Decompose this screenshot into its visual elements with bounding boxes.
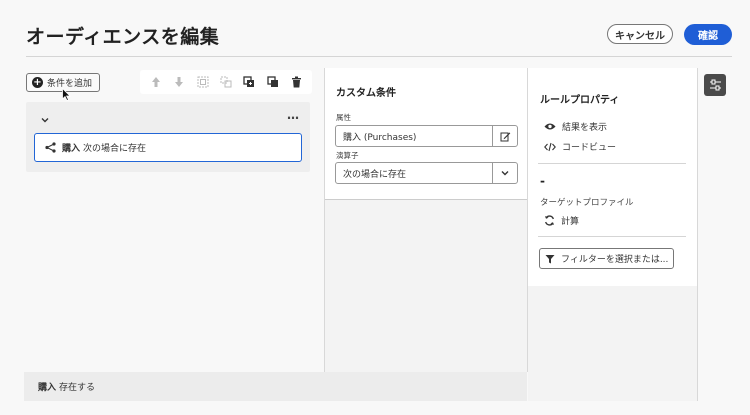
mouse-cursor-icon <box>62 86 71 105</box>
show-results-link[interactable]: 結果を表示 <box>544 120 607 133</box>
rule-properties-divider-1 <box>538 163 686 164</box>
chevron-down-icon[interactable] <box>492 163 517 183</box>
select-filter-button[interactable]: フィルターを選択または... <box>539 248 674 269</box>
filter-icon <box>545 254 555 263</box>
custom-condition-empty-area <box>325 200 527 372</box>
page-title: オーディエンスを編集 <box>26 26 220 48</box>
condition-toolbar <box>140 70 312 94</box>
arrow-up-icon[interactable] <box>148 74 164 90</box>
select-filter-label: フィルターを選択または... <box>561 255 669 265</box>
target-profiles-label: ターゲットプロファイル <box>540 198 634 208</box>
operator-value: 次の場合に存在 <box>343 169 407 180</box>
more-options-icon[interactable]: … <box>287 108 300 122</box>
show-results-label: 結果を表示 <box>562 123 608 133</box>
attribute-label: 属性 <box>336 113 351 122</box>
refresh-icon <box>545 215 554 226</box>
profile-count-value: - <box>540 174 545 188</box>
trash-icon[interactable] <box>288 74 304 90</box>
attribute-value: 購入 (Purchases) <box>343 132 417 143</box>
attribute-field[interactable]: 購入 (Purchases) <box>335 125 518 147</box>
condition-row[interactable]: 購入 次の場合に存在 <box>34 133 302 162</box>
settings-sliders-button[interactable] <box>704 74 726 96</box>
condition-name: 購入 <box>62 144 81 154</box>
confirm-button[interactable]: 確認 <box>684 24 732 45</box>
cancel-button[interactable]: キャンセル <box>607 24 673 44</box>
header: オーディエンスを編集 キャンセル 確認 <box>0 0 750 58</box>
operator-select[interactable]: 次の場合に存在 <box>335 162 518 184</box>
copy-icon[interactable] <box>265 74 281 90</box>
condition-operator: 次の場合に存在 <box>83 144 147 154</box>
code-view-label: コードビュー <box>562 143 617 153</box>
custom-condition-panel: カスタム条件 属性 購入 (Purchases) 演算子 次の場合に存在 <box>325 68 527 200</box>
summary-condition-text: 存在する <box>59 383 96 393</box>
plus-circle-icon: + <box>32 77 43 88</box>
chevron-down-icon[interactable] <box>40 110 52 123</box>
operator-label: 演算子 <box>336 151 359 160</box>
ungroup-icon[interactable] <box>218 74 234 90</box>
rule-builder-panel: + 条件を追加 … 購入 次の場合に存在 <box>24 68 324 372</box>
calculate-button[interactable]: 計算 <box>544 214 579 227</box>
group-icon[interactable] <box>195 74 211 90</box>
header-divider <box>26 56 732 57</box>
condition-group: … 購入 次の場合に存在 <box>26 102 310 172</box>
code-view-link[interactable]: コードビュー <box>544 140 616 153</box>
eye-icon <box>544 123 556 130</box>
custom-condition-title: カスタム条件 <box>336 88 396 99</box>
duplicate-icon[interactable] <box>241 74 257 90</box>
rule-properties-empty-area <box>528 286 697 401</box>
edit-icon[interactable] <box>492 126 517 146</box>
calculate-label: 計算 <box>561 217 580 227</box>
summary-condition-name: 購入 <box>38 383 57 393</box>
sliders-icon <box>709 79 721 91</box>
rule-properties-title: ルールプロパティ <box>540 95 620 106</box>
code-icon <box>544 142 556 151</box>
arrow-down-icon[interactable] <box>171 74 187 90</box>
share-node-icon <box>45 142 56 153</box>
divider-right <box>697 68 698 401</box>
rule-properties-divider-2 <box>538 236 686 237</box>
rule-summary-bar: 購入 存在する <box>24 372 527 401</box>
rule-properties-panel: ルールプロパティ 結果を表示 コードビュー - ターゲットプロファイル 計算 フ… <box>528 68 697 286</box>
